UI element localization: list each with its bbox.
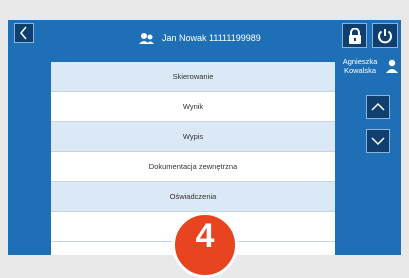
patient-info: Jan Nowak 11111199989 xyxy=(138,31,261,45)
menu-item-wynik[interactable]: Wynik xyxy=(51,92,335,122)
back-button[interactable] xyxy=(14,23,34,43)
header: Jan Nowak 11111199989 xyxy=(8,20,401,60)
user-icon xyxy=(386,59,398,73)
patients-icon xyxy=(139,32,154,44)
step-number: 4 xyxy=(195,217,215,255)
chevron-up-icon xyxy=(371,102,385,111)
user-last-name: Kowalska xyxy=(343,66,377,75)
scroll-down-button[interactable] xyxy=(366,129,390,153)
patient-name: Jan Nowak 11111199989 xyxy=(162,33,261,43)
lock-button[interactable] xyxy=(342,23,367,48)
menu-item-dokumentacja[interactable]: Dokumentacja zewnętrzna xyxy=(51,152,335,182)
back-arrow-icon xyxy=(20,26,27,40)
power-icon xyxy=(378,28,392,43)
user-info: Agnieszka Kowalska xyxy=(338,57,400,85)
step-number-badge: 4 xyxy=(172,212,238,278)
user-first-name: Agnieszka xyxy=(342,57,378,66)
lock-icon xyxy=(348,27,361,44)
menu-item-skierowanie[interactable]: Skierowanie xyxy=(51,62,335,92)
scroll-up-button[interactable] xyxy=(366,95,390,119)
menu-item-oswiadczenia[interactable]: Oświadczenia xyxy=(51,182,335,212)
chevron-down-icon xyxy=(371,137,385,146)
power-button[interactable] xyxy=(372,23,398,48)
user-name: Agnieszka Kowalska xyxy=(338,57,382,75)
menu-item-wypis[interactable]: Wypis xyxy=(51,122,335,152)
